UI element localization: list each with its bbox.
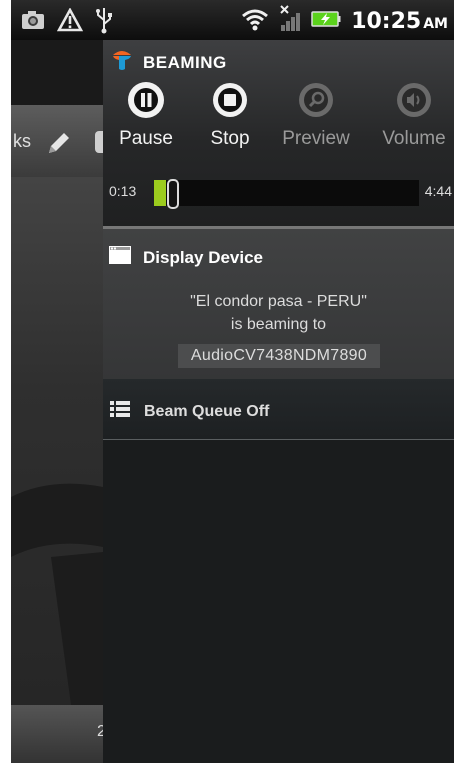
list-icon bbox=[110, 400, 130, 423]
progress-row: 0:13 4:44 bbox=[103, 178, 454, 209]
pause-control[interactable]: Pause bbox=[103, 82, 189, 150]
window-icon bbox=[109, 246, 131, 269]
volume-label[interactable]: Volume bbox=[382, 128, 445, 150]
display-device-section[interactable]: Display Device "El condor pasa - PERU" i… bbox=[103, 229, 454, 379]
clock: 10:25 AM bbox=[351, 9, 448, 34]
volume-icon[interactable] bbox=[396, 82, 432, 118]
phone-screen: 10:25 AM ks 2 BEAMING Pause Stop Preview… bbox=[11, 0, 454, 763]
beaming-to-label: is beaming to bbox=[230, 316, 327, 333]
playback-controls: Pause Stop Preview Volume bbox=[103, 82, 454, 162]
pause-icon[interactable] bbox=[128, 82, 164, 118]
background-partial-label: ks bbox=[13, 131, 31, 151]
seek-thumb[interactable] bbox=[167, 179, 179, 209]
beam-queue-title: Beam Queue Off bbox=[144, 402, 270, 420]
volume-control[interactable]: Volume bbox=[371, 82, 454, 150]
wifi-icon bbox=[241, 7, 269, 36]
preview-label[interactable]: Preview bbox=[282, 128, 350, 150]
song-title: "El condor pasa - PERU" bbox=[190, 293, 367, 310]
stop-label[interactable]: Stop bbox=[210, 128, 249, 150]
usb-icon bbox=[95, 6, 113, 39]
target-device-name: AudioCV7438NDM7890 bbox=[178, 344, 380, 368]
background-app: ks 2 bbox=[11, 40, 106, 763]
partial-icon bbox=[95, 131, 103, 153]
clock-ampm: AM bbox=[423, 16, 448, 32]
elapsed-time: 0:13 bbox=[109, 183, 137, 199]
clock-time: 10:25 bbox=[351, 9, 422, 34]
search-icon[interactable] bbox=[298, 82, 334, 118]
signal-icon bbox=[279, 5, 301, 38]
seek-bar-played bbox=[154, 180, 166, 206]
preview-control[interactable]: Preview bbox=[273, 82, 359, 150]
stop-control[interactable]: Stop bbox=[187, 82, 273, 150]
status-bar: 10:25 AM bbox=[11, 0, 454, 40]
background-content bbox=[11, 177, 103, 705]
beaming-title: BEAMING bbox=[143, 52, 227, 72]
display-device-title: Display Device bbox=[143, 247, 264, 267]
beaming-header: BEAMING Pause Stop Preview Volume 0:13 4… bbox=[103, 40, 454, 226]
camera-icon bbox=[21, 10, 45, 35]
seek-bar[interactable] bbox=[154, 179, 419, 209]
background-bottom-bar: 2 bbox=[11, 705, 106, 763]
stop-icon[interactable] bbox=[212, 82, 248, 118]
app-logo-icon bbox=[111, 49, 133, 76]
divider bbox=[103, 439, 454, 440]
total-time: 4:44 bbox=[424, 183, 452, 199]
pencil-icon[interactable] bbox=[45, 129, 73, 162]
background-action-bar: ks bbox=[11, 105, 103, 177]
alert-triangle-icon bbox=[56, 7, 84, 37]
beaming-panel: BEAMING Pause Stop Preview Volume 0:13 4… bbox=[103, 40, 454, 763]
battery-charging-icon bbox=[311, 10, 341, 33]
beam-queue-section[interactable]: Beam Queue Off bbox=[103, 379, 454, 439]
pause-label[interactable]: Pause bbox=[119, 128, 173, 150]
